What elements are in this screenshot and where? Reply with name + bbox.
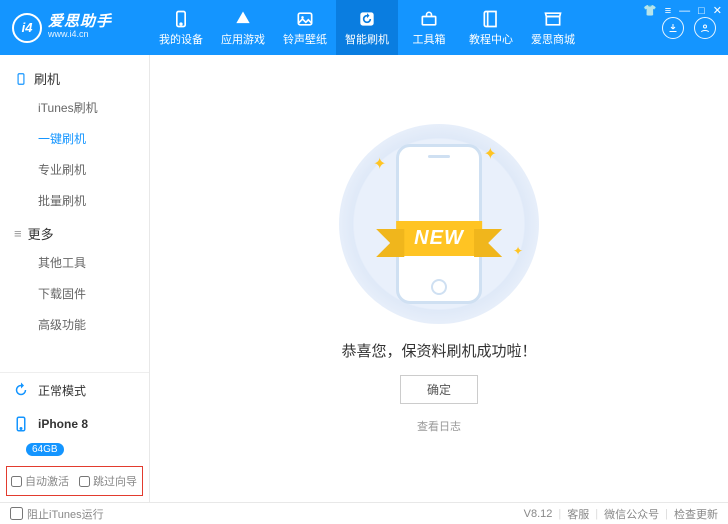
auto-activate-checkbox[interactable]: 自动激活 (11, 473, 69, 489)
nav-label: 应用游戏 (221, 31, 265, 47)
sidebar-item-download-firmware[interactable]: 下载固件 (0, 278, 149, 309)
nav-ringtones[interactable]: 铃声壁纸 (274, 0, 336, 55)
minimize-icon[interactable]: — (679, 5, 690, 17)
success-message: 恭喜您，保资料刷机成功啦！ (341, 340, 536, 361)
ok-button[interactable]: 确定 (400, 375, 478, 404)
skin-icon[interactable]: 👕 (643, 4, 657, 17)
device-icon (12, 415, 30, 433)
book-icon (481, 9, 501, 29)
version-label: V8.12 (524, 508, 553, 520)
wechat-link[interactable]: 微信公众号 (604, 506, 659, 522)
status-bar: 阻止iTunes运行 V8.12 | 客服 | 微信公众号 | 检查更新 (0, 502, 728, 524)
nav-my-device[interactable]: 我的设备 (150, 0, 212, 55)
device-info[interactable]: iPhone 8 (0, 407, 149, 441)
device-mode[interactable]: 正常模式 (0, 373, 149, 407)
sidebar-item-other-tools[interactable]: 其他工具 (0, 247, 149, 278)
sidebar: 刷机 iTunes刷机 一键刷机 专业刷机 批量刷机 ≡ 更多 其他工具 下载固… (0, 55, 150, 502)
user-button[interactable] (694, 17, 716, 39)
nav-store[interactable]: 爱思商城 (522, 0, 584, 55)
logo-icon: i4 (12, 13, 42, 43)
sidebar-group-more: ≡ 更多 (0, 216, 149, 247)
sidebar-group-title: 刷机 (34, 69, 60, 88)
sparkle-icon: ✦ (513, 244, 523, 258)
refresh-icon (357, 9, 377, 29)
nav-label: 铃声壁纸 (283, 31, 327, 47)
toolbox-icon (419, 9, 439, 29)
close-icon[interactable]: ✕ (713, 4, 722, 17)
brand-url: www.i4.cn (48, 29, 112, 41)
nav-label: 智能刷机 (345, 31, 389, 47)
logo: i4 爱思助手 www.i4.cn (0, 0, 150, 55)
flash-options: 自动激活 跳过向导 (6, 466, 143, 496)
menu-icon[interactable]: ≡ (665, 5, 671, 17)
refresh-small-icon (12, 381, 30, 399)
sparkle-icon: ✦ (484, 144, 497, 164)
nav-label: 工具箱 (413, 31, 446, 47)
sidebar-item-advanced[interactable]: 高级功能 (0, 309, 149, 340)
nav-label: 教程中心 (469, 31, 513, 47)
image-icon (295, 9, 315, 29)
download-button[interactable] (662, 17, 684, 39)
top-nav: 我的设备 应用游戏 铃声壁纸 智能刷机 工具箱 教程中心 爱思商城 (150, 0, 650, 55)
sidebar-group-title: 更多 (28, 224, 54, 243)
mode-label: 正常模式 (38, 382, 86, 399)
phone-icon (171, 9, 191, 29)
sparkle-icon: ✦ (373, 154, 386, 174)
sidebar-item-itunes-flash[interactable]: iTunes刷机 (0, 92, 149, 123)
success-illustration: ✦ ✦ ✦ NEW (339, 124, 539, 324)
sidebar-group-flash: 刷机 (0, 61, 149, 92)
apps-icon (233, 9, 253, 29)
checkbox-label: 自动激活 (25, 473, 69, 489)
update-link[interactable]: 检查更新 (674, 506, 718, 522)
checkbox-label: 跳过向导 (93, 473, 137, 489)
list-icon: ≡ (14, 226, 22, 241)
storage-badge: 64GB (26, 443, 64, 456)
skip-guide-checkbox[interactable]: 跳过向导 (79, 473, 137, 489)
sidebar-item-oneclick-flash[interactable]: 一键刷机 (0, 123, 149, 154)
app-header: i4 爱思助手 www.i4.cn 我的设备 应用游戏 铃声壁纸 智能刷机 工具… (0, 0, 728, 55)
nav-tools[interactable]: 工具箱 (398, 0, 460, 55)
view-log-link[interactable]: 查看日志 (417, 418, 461, 434)
main-content: ✦ ✦ ✦ NEW 恭喜您，保资料刷机成功啦！ 确定 查看日志 (150, 55, 728, 502)
ribbon-text: NEW (396, 221, 482, 256)
maximize-icon[interactable]: □ (698, 5, 705, 17)
store-icon (543, 9, 563, 29)
sidebar-item-pro-flash[interactable]: 专业刷机 (0, 154, 149, 185)
block-itunes-checkbox[interactable]: 阻止iTunes运行 (10, 506, 104, 522)
sidebar-item-batch-flash[interactable]: 批量刷机 (0, 185, 149, 216)
nav-tutorials[interactable]: 教程中心 (460, 0, 522, 55)
device-name: iPhone 8 (38, 417, 88, 431)
window-controls: 👕 ≡ — □ ✕ (643, 4, 722, 17)
nav-label: 我的设备 (159, 31, 203, 47)
support-link[interactable]: 客服 (567, 506, 589, 522)
new-ribbon: NEW (396, 221, 482, 256)
brand-name: 爱思助手 (48, 14, 112, 29)
nav-label: 爱思商城 (531, 31, 575, 47)
nav-flash[interactable]: 智能刷机 (336, 0, 398, 55)
nav-apps[interactable]: 应用游戏 (212, 0, 274, 55)
checkbox-label: 阻止iTunes运行 (27, 506, 104, 522)
phone-small-icon (14, 72, 28, 86)
